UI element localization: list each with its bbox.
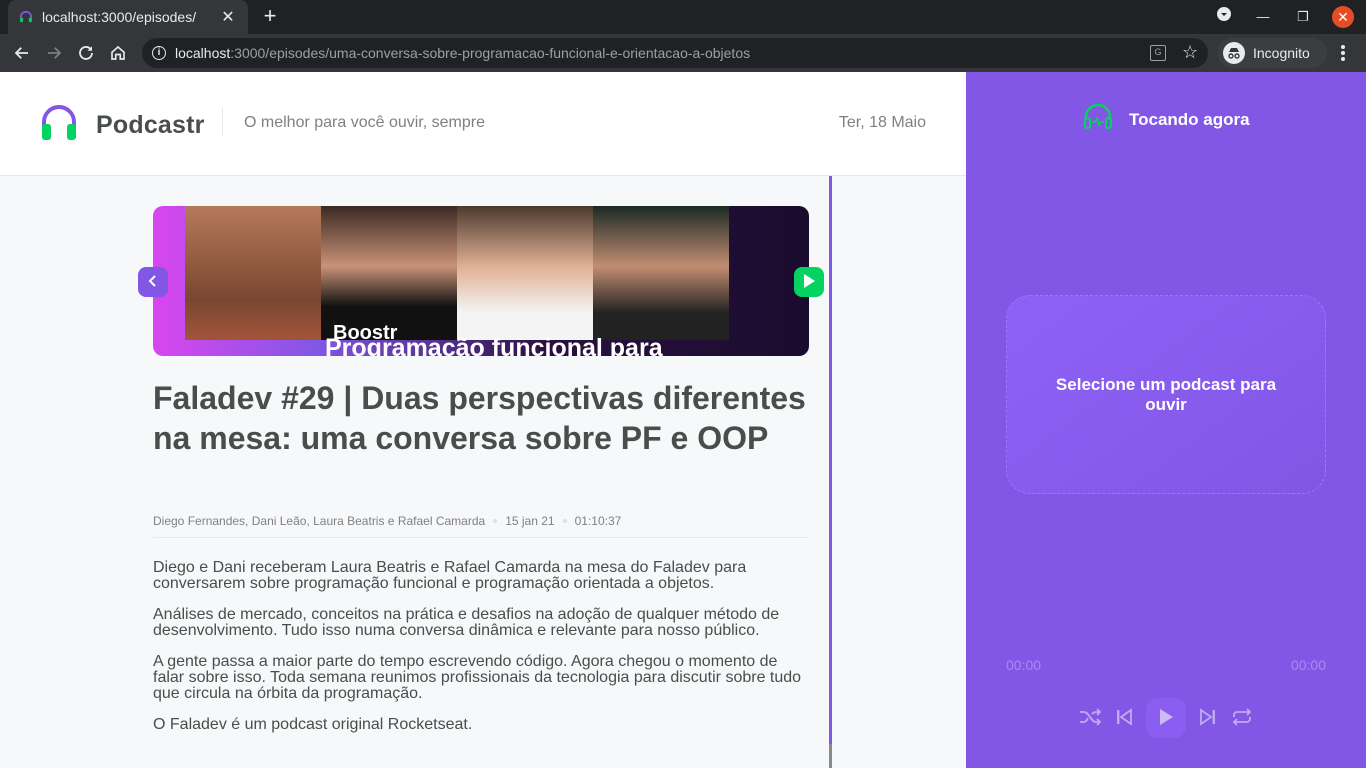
browser-toolbar: i localhost:3000/episodes/uma-conversa-s… (0, 34, 1366, 72)
incognito-icon (1223, 42, 1245, 64)
browser-tab[interactable]: localhost:3000/episodes/ ✕ (8, 0, 248, 34)
now-playing-header: Tocando agora (1083, 103, 1250, 135)
player: Tocando agora Selecione um podcast para … (966, 72, 1366, 768)
info-icon[interactable]: i (152, 46, 166, 60)
empty-player-card: Selecione um podcast para ouvir (1006, 295, 1326, 494)
url-host: localhost (175, 45, 231, 61)
back-button[interactable] (138, 267, 168, 297)
logo-text: Podcastr (96, 111, 205, 139)
episode-description: Diego e Dani receberam Laura Beatris e R… (153, 560, 809, 748)
thumbnail-caption: Programação funcional para (325, 334, 663, 356)
url-path: :3000/episodes/uma-conversa-sobre-progra… (230, 45, 751, 61)
window-close-icon[interactable]: ✕ (1332, 6, 1354, 28)
player-controls (1078, 698, 1254, 738)
repeat-button[interactable] (1230, 706, 1254, 730)
scrollbar-track[interactable] (829, 176, 832, 744)
forward-icon[interactable] (42, 41, 66, 65)
incognito-badge[interactable]: Incognito (1217, 38, 1327, 68)
more-menu-icon[interactable] (1336, 43, 1350, 63)
guest-photo (321, 206, 457, 340)
description-paragraph: Diego e Dani receberam Laura Beatris e R… (153, 559, 747, 592)
scrollbar-thumb[interactable] (829, 744, 832, 768)
episode-thumbnail: Boostr Programação funcional para (153, 206, 809, 356)
logo[interactable]: Podcastr (40, 104, 205, 147)
tab-title: localhost:3000/episodes/ (42, 9, 197, 25)
play-icon (801, 272, 817, 293)
maximize-icon[interactable]: ❐ (1292, 6, 1314, 28)
meta-separator (562, 519, 567, 523)
browser-tabstrip: localhost:3000/episodes/ ✕ + — ❐ ✕ (0, 0, 1366, 34)
incognito-label: Incognito (1253, 45, 1310, 61)
tagline: O melhor para você ouvir, sempre (244, 114, 485, 131)
minimize-icon[interactable]: — (1252, 6, 1274, 28)
description-paragraph: O Faladev é um podcast original Rocketse… (153, 716, 473, 733)
episode-date: 15 jan 21 (505, 514, 555, 528)
guest-photo (593, 206, 729, 340)
shuffle-button[interactable] (1078, 706, 1102, 730)
headphones-icon (18, 9, 34, 25)
guest-photo (457, 206, 593, 340)
close-icon[interactable]: ✕ (218, 7, 238, 27)
current-date: Ter, 18 Maio (838, 114, 926, 131)
tab-search-icon[interactable] (1213, 6, 1235, 28)
bookmark-star-icon[interactable]: ☆ (1182, 42, 1198, 63)
description-paragraph: Análises de mercado, conceitos na prátic… (153, 606, 780, 639)
episode-title: Faladev #29 | Duas perspectivas diferent… (153, 380, 806, 456)
current-time: 00:00 (1006, 657, 1042, 673)
play-icon (1157, 707, 1175, 730)
shuffle-icon (1079, 707, 1102, 729)
reload-icon[interactable] (74, 41, 98, 65)
play-episode-button[interactable] (794, 267, 824, 297)
app: Podcastr O melhor para você ouvir, sempr… (0, 72, 1366, 768)
meta-separator (493, 519, 498, 523)
playing-icon (1083, 103, 1113, 135)
episode-meta: Diego Fernandes, Dani Leão, Laura Beatri… (153, 514, 809, 538)
play-pause-button[interactable] (1146, 698, 1186, 738)
total-time: 00:00 (1290, 657, 1326, 673)
episode-duration: 01:10:37 (574, 514, 622, 528)
header: Podcastr O melhor para você ouvir, sempr… (0, 72, 966, 176)
main-area: Podcastr O melhor para você ouvir, sempr… (0, 72, 966, 768)
back-arrow-icon (146, 274, 160, 291)
previous-icon (1115, 707, 1133, 729)
next-icon (1199, 707, 1217, 729)
description-paragraph: A gente passa a maior parte do tempo esc… (153, 653, 802, 702)
previous-button[interactable] (1112, 706, 1136, 730)
player-title: Tocando agora (1129, 109, 1250, 129)
guest-photo (185, 206, 321, 340)
back-icon[interactable] (10, 41, 34, 65)
next-button[interactable] (1196, 706, 1220, 730)
empty-player-message: Selecione um podcast para ouvir (1055, 374, 1277, 414)
translate-icon[interactable]: G (1150, 45, 1166, 61)
episode-content[interactable]: Boostr Programação funcional para Falade… (0, 176, 966, 768)
repeat-icon (1231, 707, 1253, 729)
address-bar[interactable]: i localhost:3000/episodes/uma-conversa-s… (142, 38, 1208, 68)
new-tab-button[interactable]: + (258, 4, 282, 28)
header-divider (222, 108, 223, 136)
headphones-icon (40, 104, 78, 147)
episode-members: Diego Fernandes, Dani Leão, Laura Beatri… (153, 514, 486, 528)
home-icon[interactable] (106, 41, 130, 65)
